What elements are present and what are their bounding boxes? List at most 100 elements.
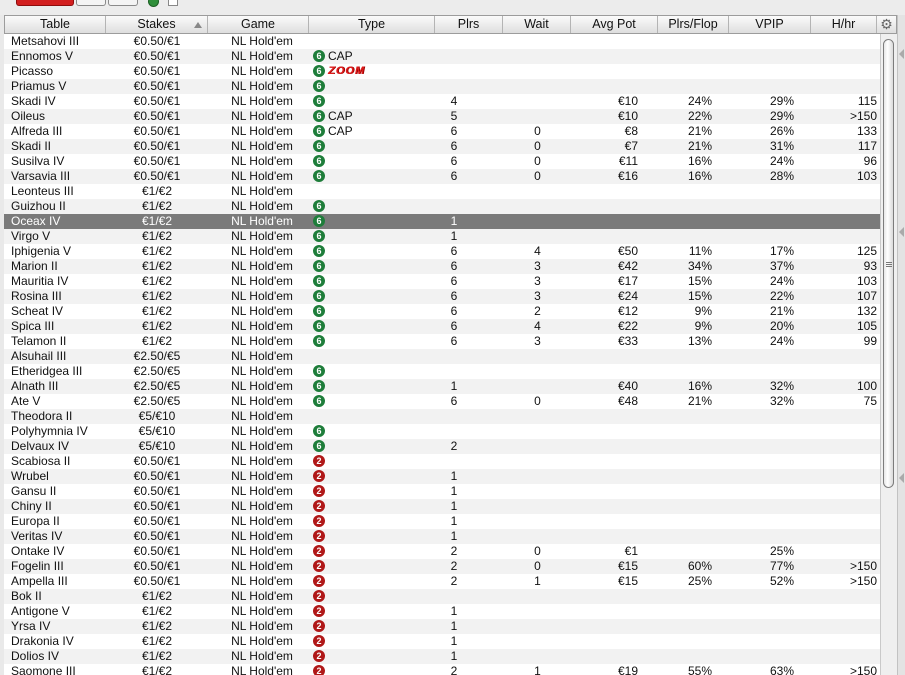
hands-per-hour-cell xyxy=(814,454,877,469)
column-header-plrs[interactable]: Plrs xyxy=(435,16,503,33)
collapse-arrow-icon[interactable] xyxy=(899,473,904,483)
panel-resize-edge[interactable] xyxy=(897,15,905,675)
table-row[interactable]: Ampella III €0.50/€1 NL Hold'em 2 1 €15 25% 52%… xyxy=(4,574,880,589)
table-row[interactable]: Theodora II €5/€10 NL Hold'em xyxy=(4,409,880,424)
table-row[interactable]: Priamus V €0.50/€1 NL Hold'em 6 xyxy=(4,79,880,94)
table-name-cell: Priamus V xyxy=(11,79,67,93)
column-header-type[interactable]: Type xyxy=(309,16,435,33)
table-row[interactable]: Ennomos V €0.50/€1 NL Hold'em 6 CAP xyxy=(4,49,880,64)
table-row[interactable]: Etheridgea III €2.50/€5 NL Hold'em 6 xyxy=(4,364,880,379)
table-row[interactable]: Saomone III €1/€2 NL Hold'em 2 1 €19 55% 63% >15… xyxy=(4,664,880,675)
table-name-cell: Mauritia IV xyxy=(11,274,69,288)
table-row[interactable]: Oileus €0.50/€1 NL Hold'em 5 €10 22% 29% >150 6 C… xyxy=(4,109,880,124)
hands-per-hour-cell: 107 xyxy=(856,289,877,303)
type-cell: 2 xyxy=(313,634,433,649)
game-cell: NL Hold'em xyxy=(231,499,293,513)
view-toggle-button-2[interactable] xyxy=(76,0,106,6)
waiting-cell xyxy=(504,634,571,649)
players-flop-cell: 13% xyxy=(687,334,712,348)
column-header-game[interactable]: Game xyxy=(208,16,309,33)
column-header-stakes-label: Stakes xyxy=(137,17,176,31)
stakes-cell: €1/€2 xyxy=(141,589,173,603)
table-row[interactable]: Oceax IV €1/€2 NL Hold'em 1 6 xyxy=(4,214,880,229)
table-row[interactable]: Leonteus III €1/€2 NL Hold'em xyxy=(4,184,880,199)
table-row[interactable]: Mauritia IV €1/€2 NL Hold'em 6 3 €17 15% 24% 103… xyxy=(4,274,880,289)
table-row[interactable]: Europa II €0.50/€1 NL Hold'em 1 2 xyxy=(4,514,880,529)
column-header-avg-pot[interactable]: Avg Pot xyxy=(571,16,658,33)
table-row[interactable]: Susilva IV €0.50/€1 NL Hold'em 6 0 €11 16% 24% 9… xyxy=(4,154,880,169)
stakes-cell: €2.50/€5 xyxy=(133,379,181,393)
table-row[interactable]: Ate V €2.50/€5 NL Hold'em 6 0 €48 21% 32% 75 6 xyxy=(4,394,880,409)
table-row[interactable]: Wrubel €0.50/€1 NL Hold'em 1 2 xyxy=(4,469,880,484)
table-name-cell: Yrsa IV xyxy=(11,619,51,633)
table-row[interactable]: Alnath III €2.50/€5 NL Hold'em 1 €40 16% 32% 10… xyxy=(4,379,880,394)
table-row[interactable]: Polyhymnia IV €5/€10 NL Hold'em 6 xyxy=(4,424,880,439)
column-header-vpip[interactable]: VPIP xyxy=(729,16,811,33)
game-cell: NL Hold'em xyxy=(231,304,293,318)
scrollbar-thumb[interactable] xyxy=(883,39,894,488)
filter-checkbox[interactable] xyxy=(168,0,178,6)
table-row[interactable]: Scheat IV €1/€2 NL Hold'em 6 2 €12 9% 21% 132 6 xyxy=(4,304,880,319)
stakes-cell: €1/€2 xyxy=(141,289,173,303)
column-header-wait[interactable]: Wait xyxy=(503,16,571,33)
table-row[interactable]: Alsuhail III €2.50/€5 NL Hold'em xyxy=(4,349,880,364)
players-flop-cell xyxy=(654,79,712,94)
table-row[interactable]: Marion II €1/€2 NL Hold'em 6 3 €42 34% 37% 93 6 xyxy=(4,259,880,274)
game-cell: NL Hold'em xyxy=(231,259,293,273)
table-row[interactable]: Telamon II €1/€2 NL Hold'em 6 3 €33 13% 24% 99 6 xyxy=(4,334,880,349)
vertical-scrollbar[interactable] xyxy=(880,34,897,675)
column-header-table[interactable]: Table xyxy=(5,16,106,33)
hands-per-hour-cell xyxy=(814,214,877,229)
table-row[interactable]: Ontake IV €0.50/€1 NL Hold'em 2 0 €1 25% 2 xyxy=(4,544,880,559)
collapse-arrow-icon[interactable] xyxy=(899,227,904,237)
stakes-cell: €1/€2 xyxy=(141,259,173,273)
players-flop-cell xyxy=(654,589,712,604)
stakes-cell: €0.50/€1 xyxy=(133,139,181,153)
table-row[interactable]: Fogelin III €0.50/€1 NL Hold'em 2 0 €15 60% 77%… xyxy=(4,559,880,574)
table-row[interactable]: Antigone V €1/€2 NL Hold'em 1 2 xyxy=(4,604,880,619)
column-header-hands-per-hour[interactable]: H/hr xyxy=(811,16,877,33)
avg-pot-cell: €10 xyxy=(617,94,638,108)
table-row[interactable]: Spica III €1/€2 NL Hold'em 6 4 €22 9% 20% 105 6 xyxy=(4,319,880,334)
players-flop-cell xyxy=(654,514,712,529)
table-row[interactable]: Picasso €0.50/€1 NL Hold'em 6 ZOOM xyxy=(4,64,880,79)
view-toggle-button-3[interactable] xyxy=(108,0,138,6)
column-header-stakes[interactable]: Stakes xyxy=(106,16,208,33)
table-row[interactable]: Delvaux IV €5/€10 NL Hold'em 2 6 xyxy=(4,439,880,454)
players-flop-cell xyxy=(654,649,712,664)
table-row[interactable]: Varsavia III €0.50/€1 NL Hold'em 6 0 €16 16% 28… xyxy=(4,169,880,184)
view-toggle-red-button[interactable] xyxy=(16,0,74,6)
table-row[interactable]: Veritas IV €0.50/€1 NL Hold'em 1 2 xyxy=(4,529,880,544)
collapse-arrow-icon[interactable] xyxy=(899,49,904,59)
game-cell: NL Hold'em xyxy=(231,34,293,48)
game-cell: NL Hold'em xyxy=(231,214,293,228)
table-row[interactable]: Rosina III €1/€2 NL Hold'em 6 3 €24 15% 22% 107 6 xyxy=(4,289,880,304)
vpip-cell xyxy=(734,634,794,649)
heads-up-icon: 2 xyxy=(313,454,325,467)
table-row[interactable]: Bok II €1/€2 NL Hold'em 2 xyxy=(4,589,880,604)
table-row[interactable]: Drakonia IV €1/€2 NL Hold'em 1 2 xyxy=(4,634,880,649)
table-row[interactable]: Alfreda III €0.50/€1 NL Hold'em 6 0 €8 21% 26% 1… xyxy=(4,124,880,139)
table-row[interactable]: Iphigenia V €1/€2 NL Hold'em 6 4 €50 11% 17% 125… xyxy=(4,244,880,259)
column-header-plrs-flop[interactable]: Plrs/Flop xyxy=(658,16,729,33)
table-row[interactable]: Metsahovi III €0.50/€1 NL Hold'em xyxy=(4,34,880,49)
six-max-icon: 6 xyxy=(313,199,325,212)
table-row[interactable]: Scabiosa II €0.50/€1 NL Hold'em 2 xyxy=(4,454,880,469)
players-cell xyxy=(434,79,474,94)
players-cell xyxy=(434,409,474,424)
table-row[interactable]: Guizhou II €1/€2 NL Hold'em 6 xyxy=(4,199,880,214)
vpip-cell xyxy=(734,364,794,379)
vpip-cell: 28% xyxy=(769,169,794,183)
avg-pot-cell: €7 xyxy=(624,139,638,153)
table-row[interactable]: Dolios IV €1/€2 NL Hold'em 1 2 xyxy=(4,649,880,664)
gear-icon[interactable]: ⚙ xyxy=(877,16,896,33)
players-flop-cell xyxy=(654,604,712,619)
table-row[interactable]: Yrsa IV €1/€2 NL Hold'em 1 2 xyxy=(4,619,880,634)
table-row[interactable]: Skadi II €0.50/€1 NL Hold'em 6 0 €7 21% 31% 117 6 xyxy=(4,139,880,154)
table-row[interactable]: Skadi IV €0.50/€1 NL Hold'em 4 €10 24% 29% 115 6 xyxy=(4,94,880,109)
players-cell: 6 xyxy=(450,259,458,273)
waiting-cell xyxy=(504,589,571,604)
table-row[interactable]: Chiny II €0.50/€1 NL Hold'em 1 2 xyxy=(4,499,880,514)
table-row[interactable]: Virgo V €1/€2 NL Hold'em 1 6 xyxy=(4,229,880,244)
table-row[interactable]: Gansu II €0.50/€1 NL Hold'em 1 2 xyxy=(4,484,880,499)
